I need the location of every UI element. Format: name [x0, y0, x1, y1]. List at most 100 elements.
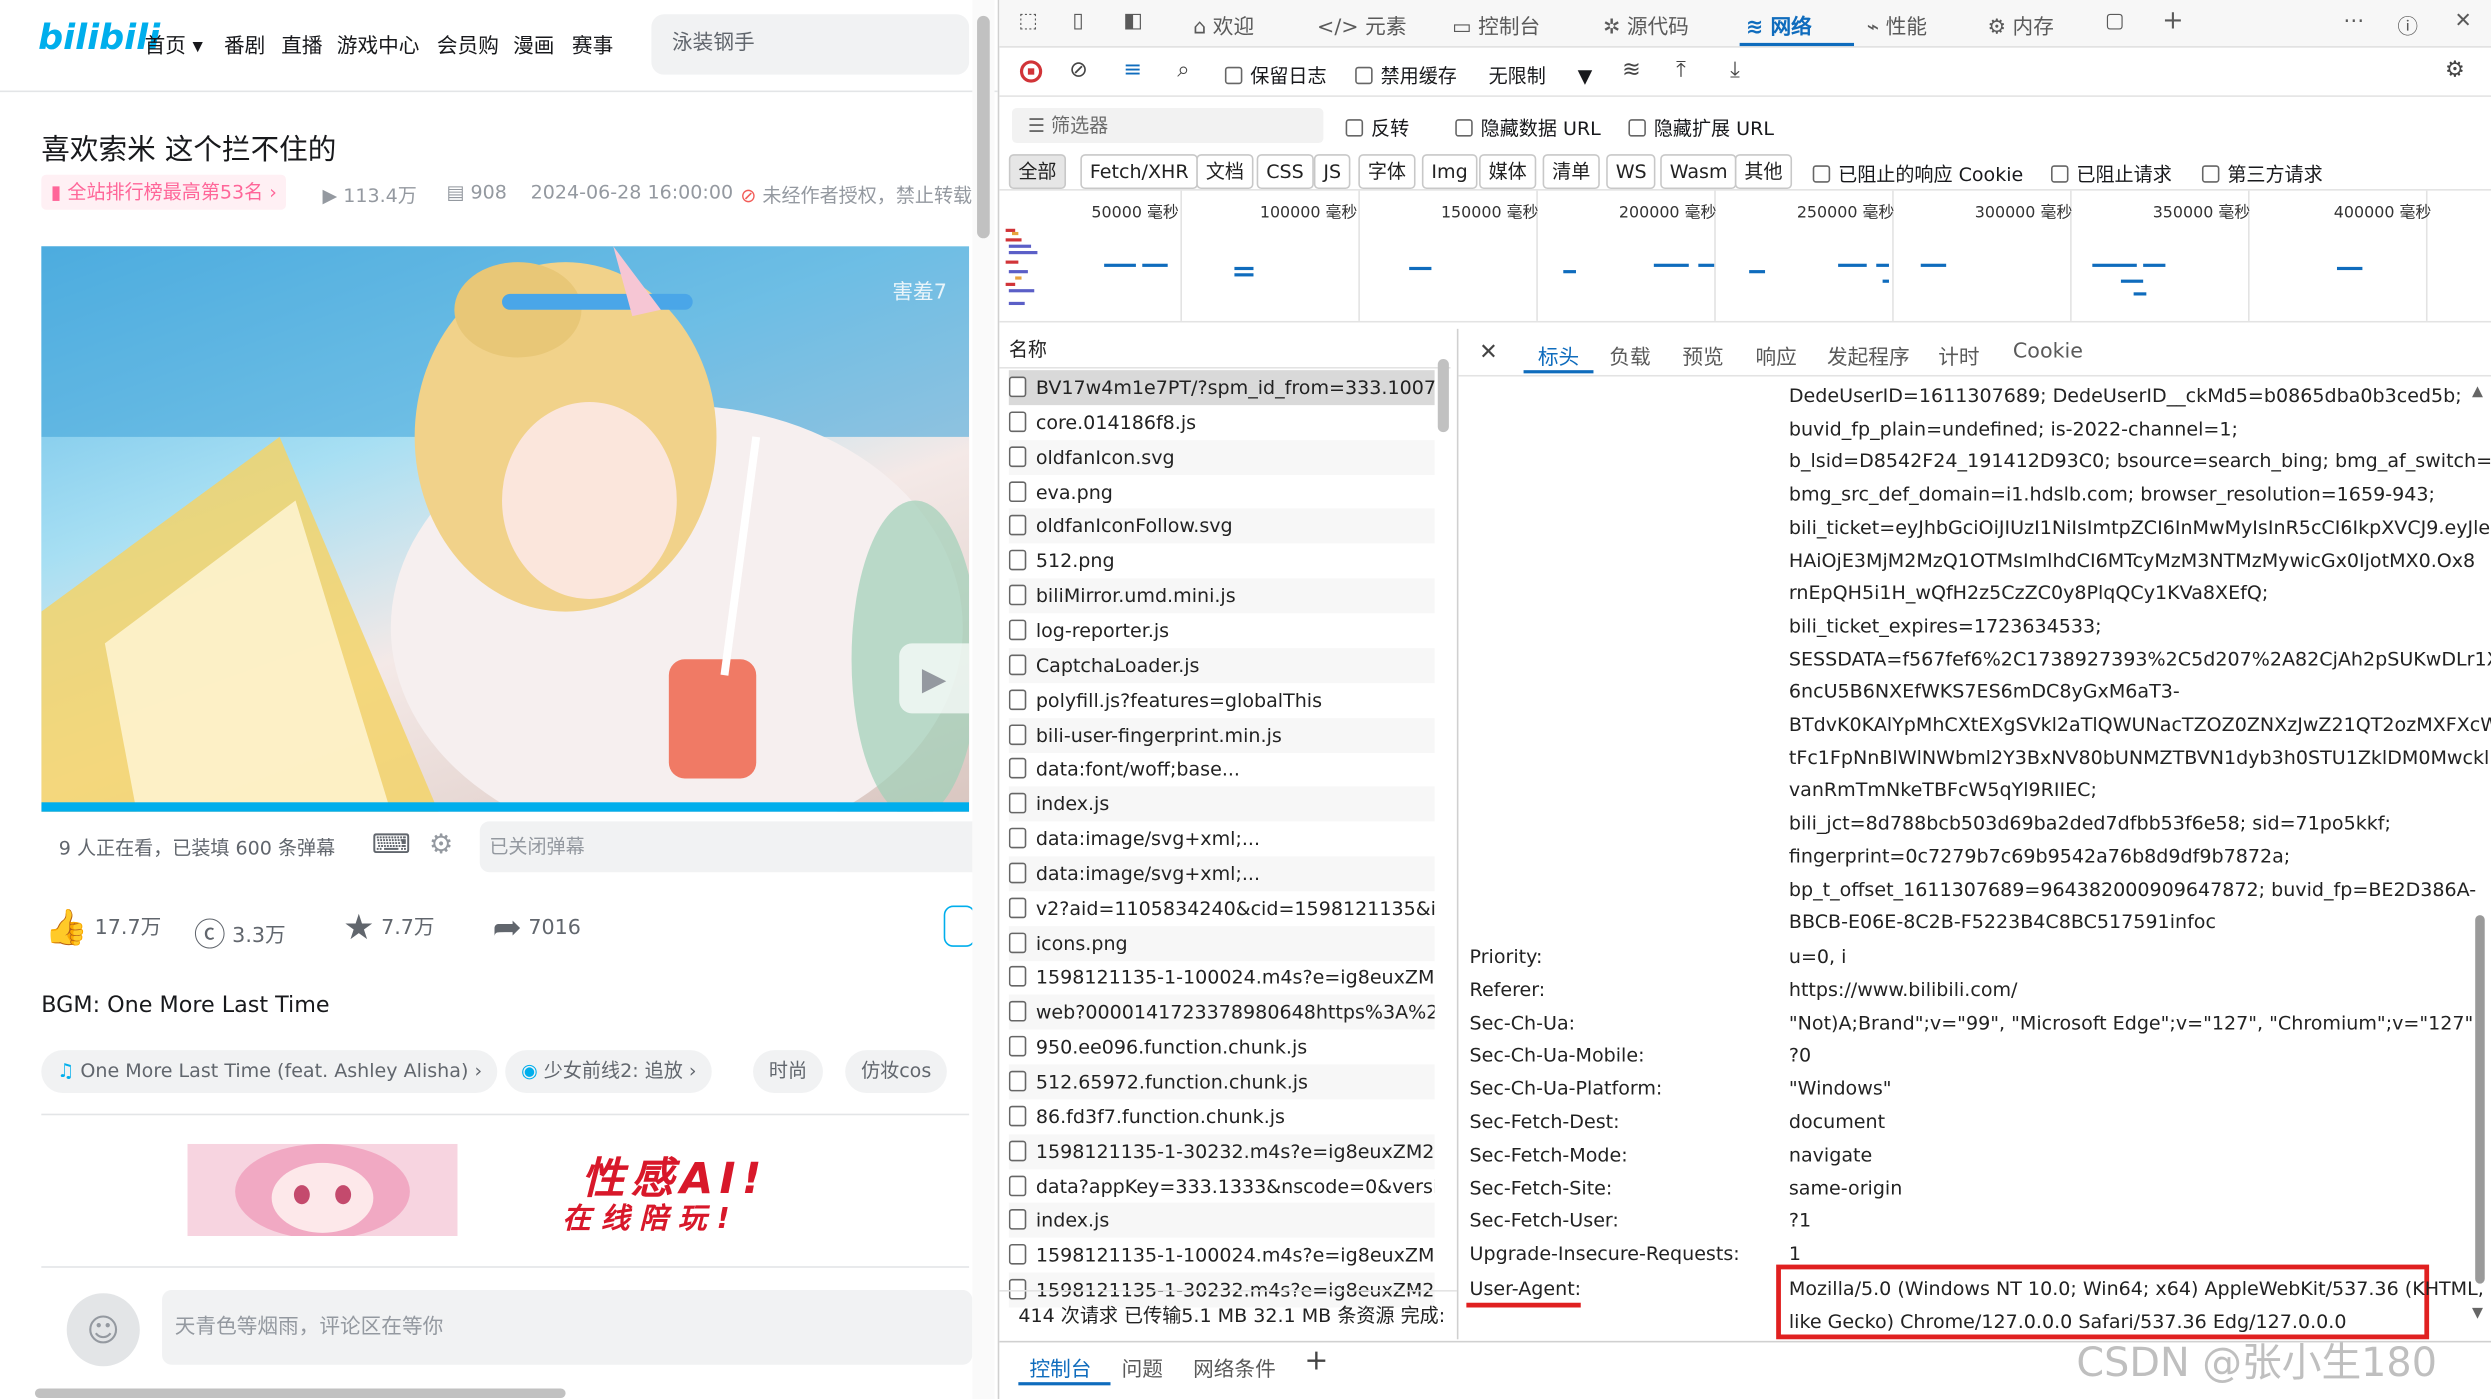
disable-cache-checkbox[interactable]: 禁用缓存 — [1355, 62, 1457, 89]
request-row[interactable]: index.js — [1008, 786, 1435, 822]
list-scrollbar[interactable] — [1435, 334, 1454, 1287]
tab-memory[interactable]: ⚙ 内存 — [1987, 10, 2053, 40]
tab-network[interactable]: ≋ 网络 — [1746, 10, 1812, 40]
tab-payload[interactable]: 负载 — [1609, 340, 1650, 370]
tag-cosplay[interactable]: 仿妆cos — [845, 1050, 948, 1094]
comment-input[interactable]: 天青色等烟雨，评论区在等你 — [162, 1290, 973, 1365]
timeline-overview[interactable]: 50000 毫秒 100000 毫秒 150000 毫秒 200000 毫秒 2… — [999, 189, 2491, 323]
request-row[interactable]: oldfanIconFollow.svg — [1008, 509, 1435, 544]
menu-dots-icon[interactable]: ⋯ — [2343, 10, 2364, 34]
request-row[interactable]: data:image/svg+xml;... — [1008, 821, 1435, 856]
request-row[interactable]: polyfill.js?features=globalThis — [1008, 683, 1435, 718]
help-icon[interactable]: ⓘ — [2397, 10, 2418, 40]
request-row[interactable]: 1598121135-1-30232.m4s?e=ig8euxZM2r... — [1008, 1133, 1435, 1169]
device-icon[interactable]: ▯ — [1072, 10, 1083, 34]
like-button[interactable]: 👍 17.7万 — [44, 909, 161, 949]
type-media[interactable]: 媒体 — [1479, 154, 1537, 190]
tab-response[interactable]: 响应 — [1756, 340, 1797, 370]
tab-headers[interactable]: 标头 — [1538, 340, 1579, 370]
request-row[interactable]: data?appKey=333.1333&nscode=0&versi... — [1008, 1169, 1435, 1204]
user-avatar[interactable]: ☺ — [66, 1293, 140, 1367]
request-row[interactable]: 86.fd3f7.function.chunk.js — [1008, 1099, 1435, 1134]
clear-icon[interactable]: ⊘ — [1069, 57, 1088, 82]
type-manifest[interactable]: 清单 — [1542, 154, 1600, 190]
ad-banner[interactable]: 性感AI! 在 线 陪 玩 ! — [187, 1143, 822, 1237]
search-input[interactable]: 泳装钢手 — [651, 14, 970, 75]
preserve-log-checkbox[interactable]: 保留日志 — [1224, 62, 1327, 89]
type-ws[interactable]: WS — [1606, 154, 1657, 190]
request-row[interactable]: 512.png — [1008, 544, 1435, 579]
request-row[interactable]: web?0000141723378980648https%3A%2F... — [1008, 994, 1435, 1030]
page-scrollbar[interactable] — [972, 0, 995, 1399]
drawer-tab-issues[interactable]: 问题 — [1122, 1352, 1163, 1382]
type-img[interactable]: Img — [1421, 154, 1478, 190]
tab-preview[interactable]: 预览 — [1682, 340, 1723, 370]
coin-button[interactable]: ⓒ 3.3万 — [194, 909, 286, 955]
nav-shop[interactable]: 会员购 — [437, 29, 499, 59]
type-css[interactable]: CSS — [1256, 154, 1314, 190]
hide-ext-url-checkbox[interactable]: 隐藏扩展 URL — [1628, 114, 1774, 141]
network-conditions-icon[interactable]: ≋ — [1622, 57, 1641, 82]
name-column-header[interactable]: 名称 — [1009, 335, 1047, 362]
request-row[interactable]: data:image/svg+xml;... — [1008, 856, 1435, 892]
tab-sources[interactable]: ✲ 源代码 — [1603, 10, 1689, 40]
tab-timing[interactable]: 计时 — [1938, 340, 1979, 370]
request-row[interactable]: 1598121135-1-100024.m4s?e=ig8euxZM2... — [1008, 1238, 1435, 1273]
type-other[interactable]: 其他 — [1734, 154, 1793, 190]
request-row[interactable]: bili-user-fingerprint.min.js — [1008, 717, 1435, 753]
tab-initiator[interactable]: 发起程序 — [1827, 340, 1910, 370]
request-row[interactable]: eva.png — [1008, 474, 1435, 509]
details-scroll-down-icon[interactable]: ▼ — [2472, 1306, 2483, 1322]
request-row[interactable]: 512.65972.function.chunk.js — [1008, 1064, 1435, 1100]
danmaku-settings-icon[interactable]: ⚙ — [429, 829, 453, 861]
close-devtools-icon[interactable]: ✕ — [2455, 10, 2472, 34]
danmaku-toggle-icon[interactable]: ⌨ — [372, 829, 411, 861]
request-row[interactable]: core.014186f8.js — [1008, 405, 1435, 440]
type-doc[interactable]: 文档 — [1196, 154, 1254, 190]
import-har-icon[interactable]: ⤒ — [1676, 57, 1686, 82]
details-scrollbar[interactable]: ▲ ▼ — [2470, 381, 2489, 1334]
invert-checkbox[interactable]: 反转 — [1345, 114, 1409, 141]
nav-game[interactable]: 游戏中心 — [337, 29, 420, 59]
request-row[interactable]: oldfanIcon.svg — [1008, 439, 1435, 475]
network-settings-icon[interactable]: ⚙ — [2445, 57, 2465, 82]
type-font[interactable]: 字体 — [1358, 154, 1416, 190]
inspect-icon[interactable]: ⬚ — [1018, 10, 1038, 34]
request-row[interactable]: BV17w4m1e7PT/?spm_id_from=333.1007.... — [1008, 370, 1435, 406]
tag-fashion[interactable]: 时尚 — [753, 1050, 823, 1094]
rank-badge[interactable]: ▮ 全站排行榜最高第53名 › — [41, 174, 287, 210]
filter-input[interactable]: ☰ 筛选器 — [1012, 108, 1324, 143]
request-row[interactable]: data:font/woff;base... — [1008, 752, 1435, 787]
nav-home[interactable]: 首页 ▾ — [145, 29, 203, 59]
play-button-icon[interactable]: ▶ — [899, 643, 970, 714]
details-scrollbar-thumb[interactable] — [2475, 915, 2485, 1284]
video-player[interactable]: 害羞7 ▶ — [41, 246, 970, 812]
tab-performance[interactable]: ⌁ 性能 — [1867, 10, 1927, 40]
nav-esports[interactable]: 赛事 — [572, 29, 613, 59]
list-scrollbar-thumb[interactable] — [1437, 359, 1449, 433]
nav-anime[interactable]: 番剧 — [224, 29, 265, 59]
bilibili-logo[interactable]: bilibili — [38, 19, 160, 59]
search-icon[interactable]: ⌕ — [1177, 57, 1189, 82]
type-wasm[interactable]: Wasm — [1660, 154, 1738, 190]
details-scroll-up-icon[interactable]: ▲ — [2472, 384, 2483, 400]
more-panels-icon[interactable]: ▢ — [2105, 10, 2125, 34]
export-har-icon[interactable]: ⤓ — [1730, 57, 1740, 82]
drawer-add-icon[interactable]: + — [1304, 1344, 1328, 1377]
add-panel-icon[interactable]: + — [2162, 5, 2183, 35]
tag-music[interactable]: ♫ One More Last Time (feat. Ashley Alish… — [41, 1050, 498, 1094]
hide-data-url-checkbox[interactable]: 隐藏数据 URL — [1455, 114, 1601, 141]
request-row[interactable]: log-reporter.js — [1008, 613, 1435, 648]
tab-cookie[interactable]: Cookie — [2013, 340, 2083, 364]
tab-console[interactable]: ▭ 控制台 — [1452, 10, 1540, 40]
filter-toggle-icon[interactable]: ≡ — [1123, 57, 1142, 82]
request-row[interactable]: 1598121135-1-100024.m4s?e=ig8euxZM2... — [1008, 960, 1435, 995]
request-row[interactable]: icons.png — [1008, 925, 1435, 961]
request-row[interactable]: v2?aid=1105834240&cid=1598121135&is... — [1008, 891, 1435, 926]
drawer-tab-console[interactable]: 控制台 — [1029, 1352, 1091, 1382]
tab-elements[interactable]: </> 元素 — [1317, 10, 1406, 40]
tab-welcome[interactable]: ⌂ 欢迎 — [1193, 10, 1254, 40]
type-all[interactable]: 全部 — [1008, 154, 1067, 190]
request-row[interactable]: 950.ee096.function.chunk.js — [1008, 1030, 1435, 1065]
danmaku-input[interactable]: 已关闭弹幕 — [479, 821, 989, 873]
